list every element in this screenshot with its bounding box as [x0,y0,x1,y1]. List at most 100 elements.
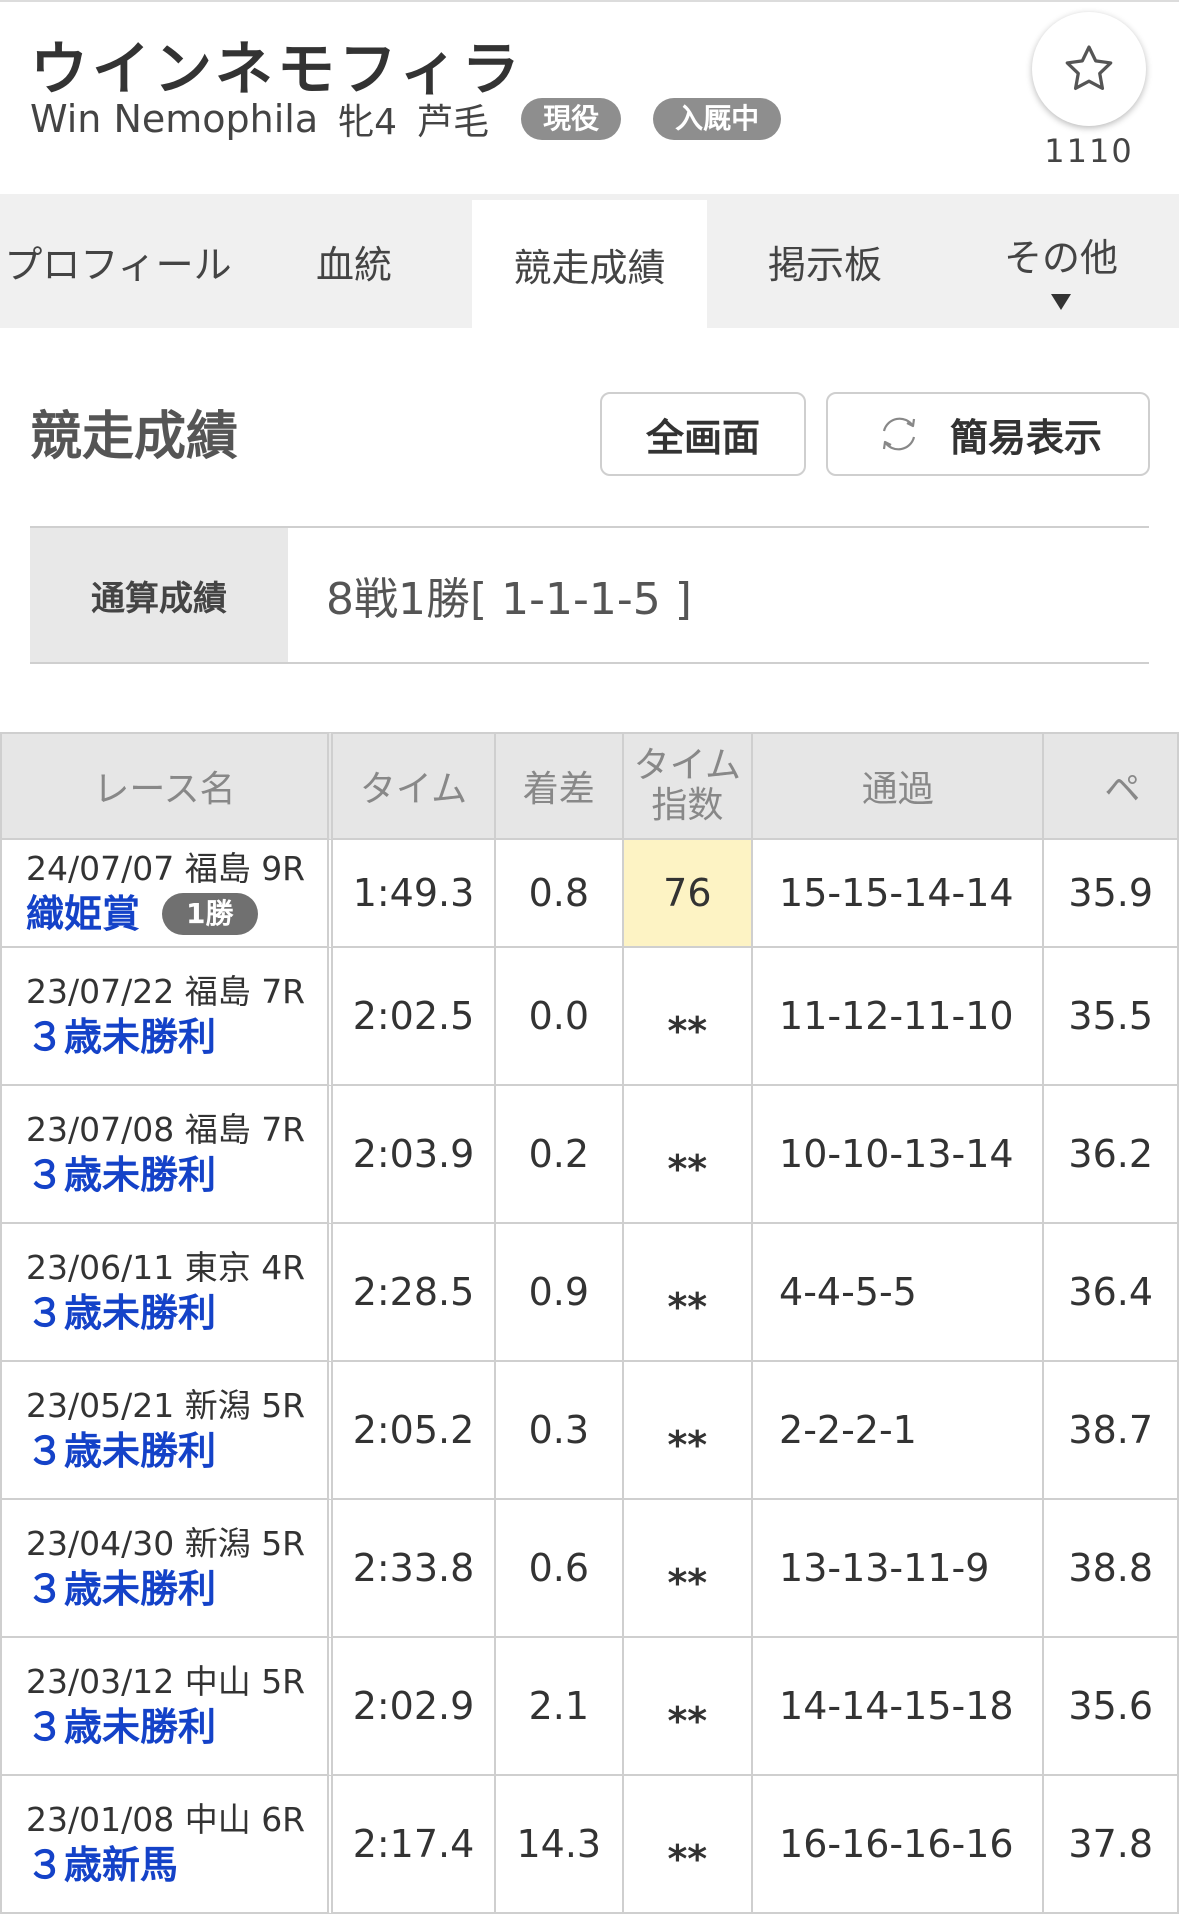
race-name-link[interactable]: ３歳未勝利 [26,1427,327,1475]
race-cell: 23/04/30 新潟 5R ３歳未勝利 [0,1500,333,1638]
pace-cell: 35.6 [1044,1638,1179,1776]
time-cell: 2:03.9 [333,1086,496,1224]
pace-cell: 35.9 [1044,840,1179,948]
race-name[interactable]: ３歳新馬 [26,1841,178,1889]
tab-bulletin-board[interactable]: 掲示板 [707,194,943,328]
race-class-badge: 1勝 [162,893,258,935]
header-pace[interactable]: ペ [1044,732,1179,840]
tab-other[interactable]: その他 [943,194,1179,328]
tab-label: プロフィール [4,242,232,287]
passing-cell: 10-10-13-14 [753,1086,1045,1224]
race-name-link[interactable]: ３歳新馬 [26,1841,327,1889]
tab-profile[interactable]: プロフィール [0,194,236,328]
section-title: 競走成績 [30,407,239,467]
star-icon [1065,45,1113,91]
tab-label: その他 [1003,235,1118,280]
race-date-venue: 23/05/21 新潟 5R [26,1386,306,1425]
race-date-venue: 23/07/08 福島 7R [26,1110,306,1149]
table-row: 24/07/07 福島 9R 織姫賞 1勝 1:49.3 0.8 76 15-1… [0,840,1179,948]
race-name[interactable]: ３歳未勝利 [26,1427,216,1475]
margin-cell: 0.2 [496,1086,624,1224]
time-cell: 2:02.9 [333,1638,496,1776]
race-name[interactable]: ３歳未勝利 [26,1289,216,1337]
tab-race-results[interactable]: 競走成績 [472,200,707,328]
time-index-cell: ** [623,1638,754,1776]
favorite-button[interactable] [1032,12,1146,126]
race-name-link[interactable]: ３歳未勝利 [26,1151,327,1199]
stable-badge: 入厩中 [653,98,782,140]
passing-cell: 11-12-11-10 [753,948,1045,1086]
race-date-venue: 23/01/08 中山 6R [26,1800,306,1839]
horse-sex-age: 牝4 [338,102,398,143]
race-date-venue: 23/07/22 福島 7R [26,972,306,1011]
time-index-cell: 76 [623,840,754,948]
race-name-link[interactable]: ３歳未勝利 [26,1565,327,1613]
race-name[interactable]: ３歳未勝利 [26,1703,216,1751]
table-row: 23/03/12 中山 5R ３歳未勝利 2:02.9 2.1 ** 14-14… [0,1638,1179,1776]
tab-pedigree[interactable]: 血統 [236,194,472,328]
time-index-cell: ** [623,1224,754,1362]
passing-cell: 16-16-16-16 [753,1776,1045,1914]
header-time-index-line1: タイム [633,745,741,786]
time-index-cell: ** [623,1500,754,1638]
header-time-index-line2: 指数 [651,785,724,826]
summary-value: 8戦1勝[ 1-1-1-5 ] [326,574,692,625]
tab-label: 血統 [315,242,392,287]
race-name-link[interactable]: ３歳未勝利 [26,1013,327,1061]
race-date-venue: 24/07/07 福島 9R [26,849,306,888]
header-margin[interactable]: 着差 [496,732,624,840]
race-date-venue: 23/03/12 中山 5R [26,1662,306,1701]
race-cell: 23/05/21 新潟 5R ３歳未勝利 [0,1362,333,1500]
pace-cell: 38.7 [1044,1362,1179,1500]
pace-cell: 38.8 [1044,1500,1179,1638]
simple-view-label: 簡易表示 [949,415,1102,460]
time-cell: 2:05.2 [333,1362,496,1500]
passing-cell: 13-13-11-9 [753,1500,1045,1638]
pace-cell: 36.2 [1044,1086,1179,1224]
table-row: 23/05/21 新潟 5R ３歳未勝利 2:05.2 0.3 ** 2-2-2… [0,1362,1179,1500]
header-time[interactable]: タイム [333,732,496,840]
passing-cell: 2-2-2-1 [753,1362,1045,1500]
race-cell: 23/01/08 中山 6R ３歳新馬 [0,1776,333,1914]
race-name[interactable]: ３歳未勝利 [26,1013,216,1061]
race-name-link[interactable]: ３歳未勝利 [26,1289,327,1337]
fullscreen-label: 全画面 [645,415,760,460]
time-cell: 2:17.4 [333,1776,496,1914]
time-cell: 2:33.8 [333,1500,496,1638]
race-name[interactable]: 織姫賞 [26,890,140,938]
race-cell: 23/03/12 中山 5R ３歳未勝利 [0,1638,333,1776]
caret-down-icon [1051,294,1071,310]
header-time-index[interactable]: タイム 指数 [623,732,754,840]
margin-cell: 14.3 [496,1776,624,1914]
race-cell: 23/06/11 東京 4R ３歳未勝利 [0,1224,333,1362]
race-date-venue: 23/06/11 東京 4R [26,1248,306,1287]
fullscreen-button[interactable]: 全画面 [600,392,806,476]
table-header-row: レース名 タイム 着差 タイム 指数 通過 ペ [0,732,1179,840]
favorite-count: 1110 [1044,132,1134,170]
table-row: 23/07/08 福島 7R ３歳未勝利 2:03.9 0.2 ** 10-10… [0,1086,1179,1224]
margin-cell: 0.8 [496,840,624,948]
margin-cell: 0.0 [496,948,624,1086]
results-table: レース名 タイム 着差 タイム 指数 通過 ペ 24/07/07 福島 9R 織… [0,732,1179,1914]
header-race-name[interactable]: レース名 [0,732,333,840]
status-badge: 現役 [521,98,622,140]
career-summary: 通算成績 8戦1勝[ 1-1-1-5 ] [30,526,1149,664]
race-name[interactable]: ３歳未勝利 [26,1565,216,1613]
header-passing[interactable]: 通過 [753,732,1045,840]
race-date-venue: 23/04/30 新潟 5R [26,1524,306,1563]
time-index-cell: ** [623,1776,754,1914]
horse-coat-color: 芦毛 [417,102,490,143]
horse-english-name: Win Nemophila [30,97,319,141]
race-name[interactable]: ３歳未勝利 [26,1151,216,1199]
margin-cell: 0.6 [496,1500,624,1638]
simple-view-button[interactable]: 簡易表示 [826,392,1150,476]
passing-cell: 14-14-15-18 [753,1638,1045,1776]
margin-cell: 0.9 [496,1224,624,1362]
table-row: 23/04/30 新潟 5R ３歳未勝利 2:33.8 0.6 ** 13-13… [0,1500,1179,1638]
race-name-link[interactable]: ３歳未勝利 [26,1703,327,1751]
top-divider [0,0,1179,2]
race-name-link[interactable]: 織姫賞 1勝 [26,890,327,938]
tab-bar: プロフィール 血統 競走成績 掲示板 その他 [0,194,1179,328]
time-index-cell: ** [623,1362,754,1500]
table-row: 23/01/08 中山 6R ３歳新馬 2:17.4 14.3 ** 16-16… [0,1776,1179,1914]
